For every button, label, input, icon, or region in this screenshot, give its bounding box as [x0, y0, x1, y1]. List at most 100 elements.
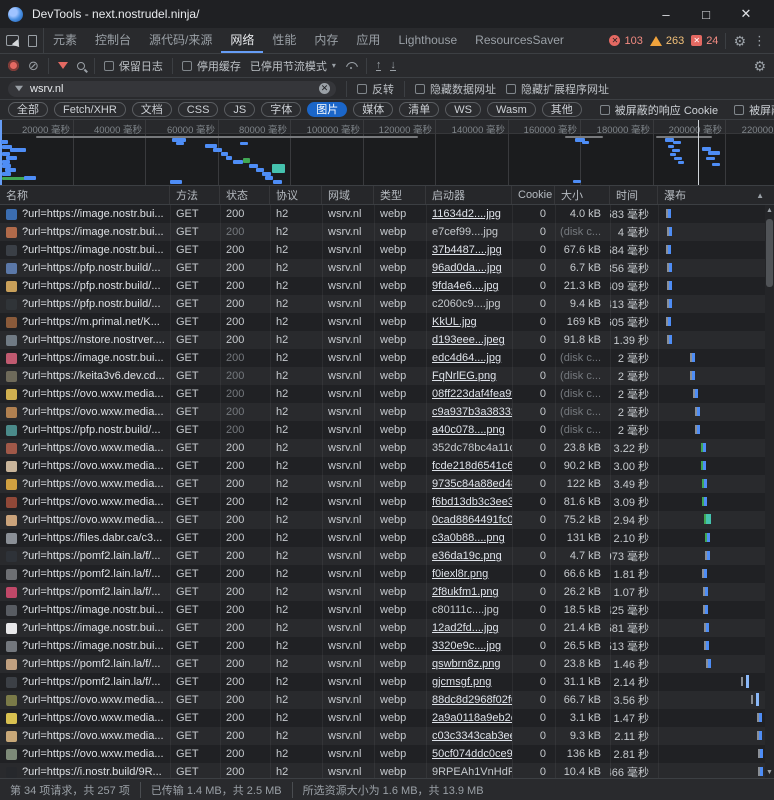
column-header-方法[interactable]: 方法 [170, 186, 220, 204]
search-icon[interactable] [77, 62, 85, 70]
cell-时间: 2.11 秒 [610, 727, 658, 745]
type-chip-文档[interactable]: 文档 [132, 102, 172, 117]
tab-网络[interactable]: 网络 [221, 28, 263, 53]
cell-方法: GET [170, 439, 220, 457]
record-network-log-button[interactable] [8, 60, 19, 71]
type-chip-媒体[interactable]: 媒体 [353, 102, 393, 117]
cell-启动器: 2a9a0118a9eb2c8 [426, 709, 512, 727]
cell-瀑布 [658, 493, 765, 511]
column-header-名称[interactable]: 名称 [0, 186, 170, 204]
blocked-cookies-checkbox[interactable]: 被屏蔽的响应 Cookie [600, 102, 718, 118]
network-settings-gear-icon[interactable]: ⚙ [753, 59, 766, 73]
tab-控制台[interactable]: 控制台 [86, 28, 140, 53]
cell-网域: wsrv.nl [322, 583, 374, 601]
transferred-summary: 已传输 1.4 MB，共 2.5 MB [141, 782, 293, 798]
maximize-button[interactable]: □ [686, 7, 726, 22]
export-har-icon[interactable]: ↓ [390, 60, 396, 71]
disable-cache-checkbox[interactable]: 停用缓存 [182, 58, 241, 74]
resource-thumbnail [6, 767, 17, 778]
resource-thumbnail [6, 479, 17, 490]
tab-ResourcesSaver[interactable]: ResourcesSaver [466, 28, 573, 53]
cell-类型: webp [374, 727, 426, 745]
cell-网域: wsrv.nl [322, 331, 374, 349]
device-toolbar-icon[interactable] [28, 35, 37, 47]
blocked-requests-checkbox[interactable]: 被屏蔽的请求 [734, 102, 774, 118]
issues-icon: ✕ [691, 35, 702, 46]
resource-thumbnail [6, 245, 17, 256]
cell-名称: ?url=https://ovo.wxw.media... [0, 403, 170, 421]
type-chip-WS[interactable]: WS [445, 102, 481, 117]
column-header-状态[interactable]: 状态 [220, 186, 270, 204]
cell-类型: webp [374, 385, 426, 403]
cell-类型: webp [374, 691, 426, 709]
scroll-up-icon[interactable]: ▲ [765, 207, 774, 214]
tab-应用[interactable]: 应用 [347, 28, 389, 53]
filter-icon[interactable] [58, 62, 68, 69]
import-har-icon[interactable]: ↑ [376, 60, 382, 71]
type-chip-清单[interactable]: 清单 [399, 102, 439, 117]
minimize-button[interactable]: – [646, 7, 686, 22]
checkbox-icon [600, 105, 610, 115]
column-header-大小[interactable]: 大小 [555, 186, 610, 204]
type-chip-JS[interactable]: JS [224, 102, 255, 117]
cell-名称: ?url=https://pomf2.lain.la/f/... [0, 565, 170, 583]
tab-性能[interactable]: 性能 [263, 28, 305, 53]
error-badge[interactable]: ✕ 103 [609, 35, 642, 47]
sort-ascending-icon[interactable]: ▲ [756, 191, 764, 200]
type-chip-字体[interactable]: 字体 [261, 102, 301, 117]
type-chip-全部[interactable]: 全部 [8, 102, 48, 117]
tab-源代码/来源[interactable]: 源代码/来源 [140, 28, 221, 53]
column-header-Cookie[interactable]: Cookie [512, 186, 555, 204]
cell-状态: 200 [220, 277, 270, 295]
type-chip-其他[interactable]: 其他 [542, 102, 582, 117]
warning-badge[interactable]: 263 [650, 35, 684, 47]
cell-网域: wsrv.nl [322, 439, 374, 457]
hide-data-urls-checkbox[interactable]: 隐藏数据网址 [415, 81, 496, 97]
cell-协议: h2 [270, 385, 322, 403]
tab-元素[interactable]: 元素 [44, 28, 86, 53]
cell-名称: ?url=https://pomf2.lain.la/f/... [0, 655, 170, 673]
cell-协议: h2 [270, 745, 322, 763]
invert-checkbox[interactable]: 反转 [357, 81, 394, 97]
cell-时间: 973 毫秒 [610, 547, 658, 565]
tab-Lighthouse[interactable]: Lighthouse [389, 28, 466, 53]
type-chip-CSS[interactable]: CSS [178, 102, 219, 117]
waterfall-bar [669, 227, 672, 236]
column-header-瀑布[interactable]: 瀑布 [658, 186, 765, 204]
vertical-scrollbar[interactable]: ▲▼ [765, 205, 774, 778]
hide-extension-urls-checkbox[interactable]: 隐藏扩展程序网址 [506, 81, 609, 97]
cell-状态: 200 [220, 457, 270, 475]
throttling-dropdown[interactable]: 已停用节流模式 ▾ [250, 58, 336, 74]
issues-badge[interactable]: ✕ 24 [691, 35, 718, 47]
inspect-element-icon[interactable] [6, 35, 19, 46]
preserve-log-checkbox[interactable]: 保留日志 [104, 58, 163, 74]
column-header-网域[interactable]: 网域 [322, 186, 374, 204]
cell-方法: GET [170, 673, 220, 691]
column-header-启动器[interactable]: 启动器 [426, 186, 512, 204]
clear-network-log-icon[interactable]: ⊘ [28, 60, 39, 72]
close-button[interactable]: ✕ [726, 6, 766, 22]
tab-内存[interactable]: 内存 [305, 28, 347, 53]
column-header-类型[interactable]: 类型 [374, 186, 426, 204]
kebab-menu-icon[interactable]: ⋮ [753, 33, 766, 49]
scroll-down-icon[interactable]: ▼ [765, 769, 774, 776]
type-chip-图片[interactable]: 图片 [307, 102, 347, 117]
cell-启动器: e36da19c.png [426, 547, 512, 565]
resource-thumbnail [6, 335, 17, 346]
column-header-时间[interactable]: 时间 [610, 186, 658, 204]
filter-input[interactable]: wsrv.nl ✕ [8, 81, 336, 97]
type-chip-Wasm[interactable]: Wasm [487, 102, 536, 117]
checkbox-icon [415, 84, 425, 94]
scrollbar-thumb[interactable] [766, 219, 773, 287]
network-overview-timeline[interactable]: 20000 毫秒40000 毫秒60000 毫秒80000 毫秒100000 毫… [0, 120, 774, 186]
column-header-协议[interactable]: 协议 [270, 186, 322, 204]
checkbox-icon [182, 61, 192, 71]
cell-网域: wsrv.nl [322, 673, 374, 691]
type-chip-Fetch/XHR[interactable]: Fetch/XHR [54, 102, 126, 117]
network-conditions-icon[interactable] [345, 62, 357, 70]
cell-瀑布 [658, 727, 765, 745]
cell-协议: h2 [270, 691, 322, 709]
settings-gear-icon[interactable]: ⚙ [733, 34, 746, 48]
cell-类型: webp [374, 403, 426, 421]
clear-filter-icon[interactable]: ✕ [319, 83, 330, 94]
